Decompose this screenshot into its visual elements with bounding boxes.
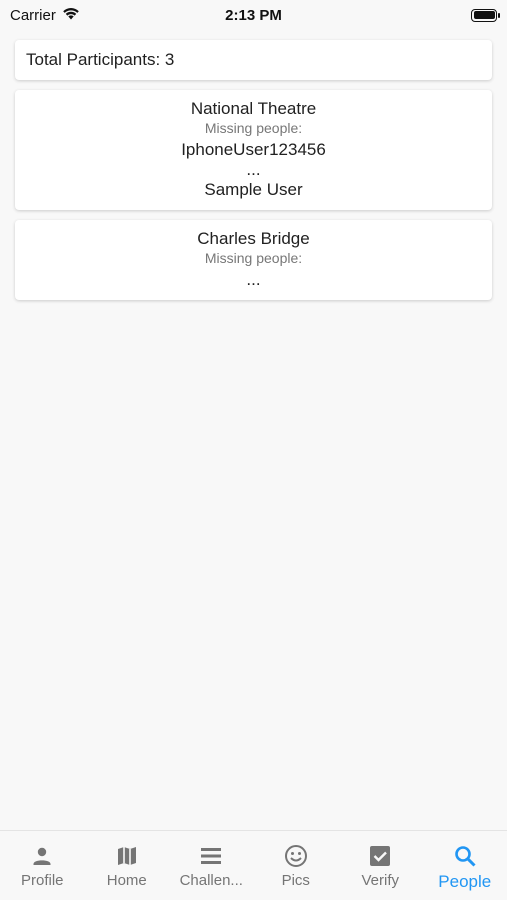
missing-person-separator: ...	[246, 270, 261, 289]
status-left: Carrier	[10, 7, 80, 24]
nav-label-people: People	[438, 872, 492, 891]
nav-item-home[interactable]: Home	[85, 843, 169, 889]
main-content: Total Participants: 3 National Theatre M…	[15, 40, 492, 310]
smiley-icon	[283, 843, 309, 869]
map-icon	[114, 843, 140, 869]
nav-label-pics: Pics	[281, 872, 310, 889]
missing-person-separator: ...	[246, 160, 261, 179]
missing-person: Sample User	[204, 180, 303, 199]
wifi-icon	[62, 7, 80, 24]
total-participants-text: Total Participants: 3	[26, 50, 175, 69]
search-icon	[452, 843, 478, 869]
nav-label-challenges: Challen...	[179, 872, 243, 889]
nav-item-challenges[interactable]: Challen...	[169, 843, 253, 889]
nav-item-profile[interactable]: Profile	[0, 843, 84, 889]
carrier-label: Carrier	[10, 6, 56, 24]
nav-label-profile: Profile	[20, 872, 64, 889]
total-participants-card: Total Participants: 3	[15, 40, 492, 80]
missing-people-list: IphoneUser123456 ... Sample User	[25, 140, 482, 200]
person-icon	[29, 843, 55, 869]
missing-people-label: Missing people:	[204, 250, 303, 266]
nav-label-verify: Verify	[361, 872, 399, 889]
missing-people-list: ...	[25, 270, 482, 290]
missing-people-label: Missing people:	[204, 120, 303, 136]
nav-item-verify[interactable]: Verify	[338, 843, 422, 889]
checkbox-icon	[367, 843, 393, 869]
challenge-title: Charles Bridge	[197, 229, 310, 248]
bottom-navigation: Profile Home Challen... Pics Verify Peop…	[0, 830, 507, 900]
nav-item-people[interactable]: People	[423, 843, 507, 892]
challenge-title: National Theatre	[190, 99, 317, 118]
challenge-card: Charles Bridge Missing people: ...	[15, 220, 492, 300]
challenge-card: National Theatre Missing people: IphoneU…	[15, 90, 492, 210]
missing-person: IphoneUser123456	[181, 140, 326, 159]
status-bar: Carrier 2:13 PM	[0, 0, 507, 30]
list-icon	[198, 843, 224, 869]
battery-icon	[471, 8, 500, 22]
nav-item-pics[interactable]: Pics	[254, 843, 338, 889]
nav-label-home: Home	[106, 872, 147, 889]
